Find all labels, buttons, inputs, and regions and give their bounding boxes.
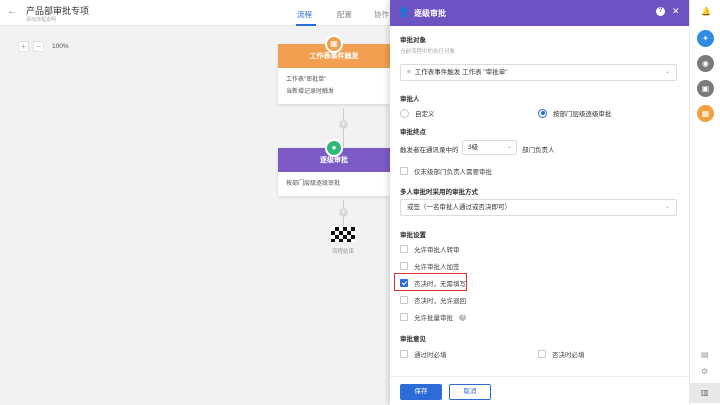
radio-button[interactable] [538,108,547,118]
ai-assistant-icon[interactable]: ✦ [697,30,714,47]
briefcase-icon[interactable]: ▣ [697,80,714,97]
radio-label: 按部门层级逐级审批 [553,111,612,118]
user-icon: 👤 [398,7,410,17]
chevron-down-icon: ⌄ [506,144,512,150]
list-icon: ≡ [407,69,411,76]
opinion-option-label: 通过时必填 [414,352,447,359]
chevron-down-icon: ⌄ [664,69,670,75]
trigger-node[interactable]: ▦ 工作表事件触发 工作表"审批单" 当新增记录时触发 [278,35,390,104]
target-select[interactable]: ≡ 工作表事件触发 工作表 "审批单" ⌄ [400,64,677,81]
panel-footer: 保存 取消 [390,376,689,405]
user-icon: ● [325,139,343,157]
setting-batch-approve[interactable]: 允许批量审批 ? [400,312,466,322]
tab-config[interactable]: 配置 [337,9,352,20]
radio-button[interactable] [400,108,409,118]
target-hint: 当前流程中的执行对象 [400,49,456,55]
approval-settings-panel: 👤 逐级审批 ? ✕ 审批对象 当前流程中的执行对象 ≡ 工作表事件触发 工作表 … [390,0,689,405]
only-dept-head-checkbox[interactable]: 仅末级部门负责人需要审批 [400,166,492,176]
back-arrow-icon[interactable]: ← [7,6,17,17]
chevron-down-icon: ⌄ [664,204,670,210]
opinion-reject-required[interactable]: 否决时必填 [538,349,585,359]
panel-title: 逐级审批 [414,9,446,18]
setting-transfer[interactable]: 允许审批人转审 [400,244,460,254]
approval-node-header: ● 逐级审批 [278,139,390,172]
trigger-node-title: 工作表事件触发 [309,53,359,60]
tab-collab[interactable]: 协作 [374,9,389,20]
approval-node[interactable]: ● 逐级审批 按部门层级逐级审批 [278,139,390,196]
multi-method-value: 或签（一名审批人通过或否决即可） [407,204,511,211]
checkbox[interactable] [400,262,408,270]
approval-node-body: 按部门层级逐级审批 [278,172,390,196]
settings-icon[interactable]: ⚙ [701,367,708,376]
apps-icon[interactable]: ▦ [697,105,714,122]
zoom-value: 100% [52,43,69,50]
add-node-button[interactable]: + [339,208,348,217]
approval-node-title: 逐级审批 [320,157,348,164]
level-select[interactable]: 3级 ⌄ [462,140,517,155]
setting-label: 允许审批人加签 [414,264,460,271]
finish-flag-icon [331,227,355,242]
panel-toggle-icon[interactable]: ▥ [701,388,709,397]
setting-label: 允许批量审批 [414,315,453,322]
approver-option-level[interactable]: 按部门层级逐级审批 [538,108,612,118]
approver-option-custom[interactable]: 自定义 [400,108,435,118]
zoom-control: + − 100% [18,41,69,52]
trigger-node-line: 当新增记录时触发 [286,89,335,95]
checkbox[interactable] [400,296,408,304]
checkbox[interactable] [400,313,408,321]
opinion-pass-required[interactable]: 通过时必填 [400,349,447,359]
document-icon[interactable]: ▤ [701,350,709,359]
target-label: 审批对象 [400,37,426,44]
info-icon[interactable]: ? [459,313,466,321]
setting-label: 允许审批人转审 [414,247,460,254]
panel-header: 👤 逐级审批 ? ✕ [390,0,689,26]
multi-method-select[interactable]: 或签（一名审批人通过或否决即可） ⌄ [400,199,677,216]
opinion-label: 审批意见 [400,336,426,343]
checkbox[interactable] [400,167,408,175]
trigger-node-body: 工作表"审批单" 当新增记录时触发 [278,68,390,104]
right-rail: 🔔 ✦ ◉ ▣ ▦ ▤ ⚙ ▥ [689,0,720,405]
end-point-label: 审批终点 [400,129,426,136]
approver-label: 审批人 [400,96,420,103]
setting-add-signer[interactable]: 允许审批人加签 [400,261,460,271]
save-button[interactable]: 保存 [400,384,442,400]
settings-label: 审批设置 [400,232,426,239]
app-subtitle[interactable]: 添加流程说明 [26,16,56,23]
radio-label: 自定义 [415,111,435,118]
approval-node-line: 按部门层级逐级审批 [286,181,341,187]
end-point-suffix: 部门负责人 [522,147,555,154]
notification-icon[interactable]: ◉ [697,55,714,72]
flow-canvas[interactable]: + − 100% ▦ 工作表事件触发 工作表"审批单" 当新增记录时触发 + ●… [0,26,390,405]
help-icon[interactable]: ? [656,7,665,16]
trigger-node-header: ▦ 工作表事件触发 [278,35,390,68]
opinion-option-label: 否决时必填 [552,352,585,359]
highlight-box [394,273,467,291]
multi-method-label: 多人审批时采用的审批方式 [400,189,478,196]
trigger-node-line: 工作表"审批单" [286,77,327,83]
top-bar: ← 产品部审批专项 添加流程说明 流程 配置 协作 [0,0,390,26]
zoom-in-button[interactable]: − [33,41,44,52]
end-point-prefix: 触发者在通讯录中的 [400,147,459,154]
bell-icon[interactable]: 🔔 [701,7,711,16]
end-label: 流程结束 [332,249,355,255]
target-value: 工作表事件触发 工作表 "审批单" [414,69,508,76]
level-value: 3级 [468,144,479,151]
checkbox[interactable] [538,350,546,358]
panel-body: 审批对象 当前流程中的执行对象 ≡ 工作表事件触发 工作表 "审批单" ⌄ 审批人… [390,26,689,376]
setting-reject-return[interactable]: 否决时，允许退回 [400,295,466,305]
add-node-button[interactable]: + [339,120,348,129]
checkbox[interactable] [400,350,408,358]
setting-label: 否决时，允许退回 [414,298,466,305]
checkbox[interactable] [400,245,408,253]
close-icon[interactable]: ✕ [672,6,680,17]
grid-icon: ▦ [325,35,343,53]
checkbox-label: 仅末级部门负责人需要审批 [414,169,492,176]
tab-flow[interactable]: 流程 [297,9,312,20]
cancel-button[interactable]: 取消 [449,384,491,400]
zoom-out-button[interactable]: + [18,41,29,52]
